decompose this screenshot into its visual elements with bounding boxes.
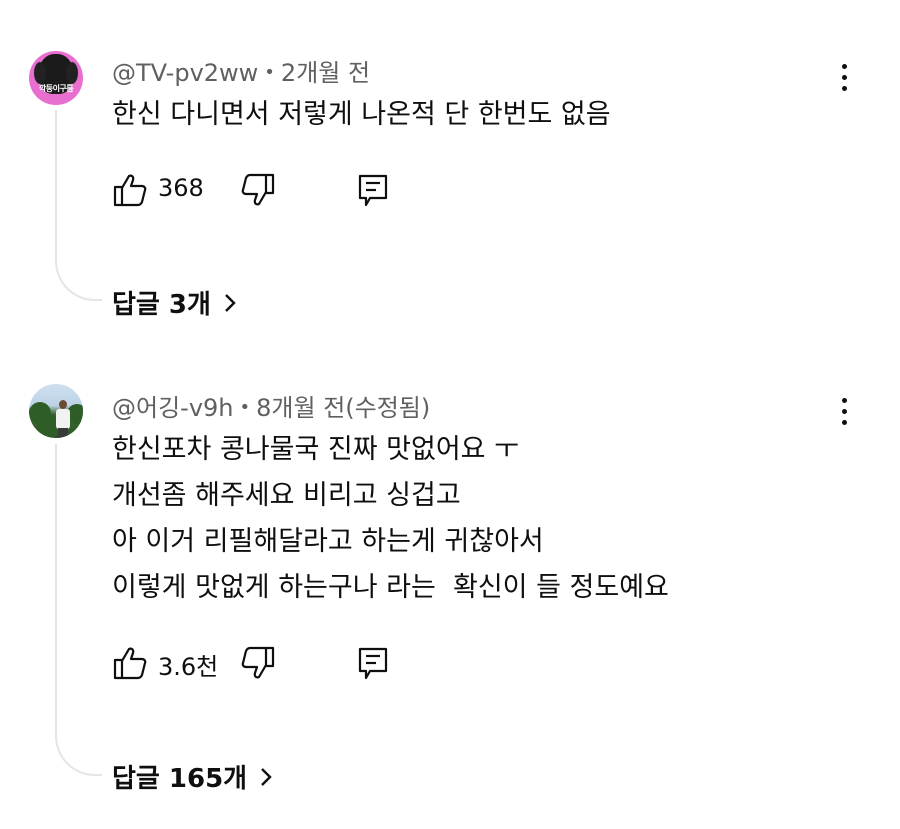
- view-replies-button[interactable]: 답글 3개: [112, 284, 237, 321]
- comment-text-line: 한신포차 콩나물국 진짜 맛없어요 ㅜ: [112, 434, 519, 465]
- author-avatar[interactable]: 깍둥이구름: [29, 51, 83, 105]
- person-image: [56, 400, 70, 438]
- reply-icon: [358, 174, 388, 207]
- author-name[interactable]: @어깅-v9h: [112, 394, 234, 422]
- comment-actions: 3.6천: [112, 645, 412, 681]
- reply-icon: [358, 647, 388, 680]
- reply-button[interactable]: [356, 645, 392, 681]
- thread-line: [55, 110, 102, 301]
- separator-dot: •: [264, 62, 275, 83]
- comment-text-line: 이렇게 맛없게 하는구나 라는 확신이 들 정도예요: [112, 572, 669, 603]
- comment-meta: @TV-pv2ww • 2개월 전: [112, 53, 370, 88]
- chevron-right-icon: [261, 768, 272, 786]
- avatar-logo-text: 깍둥이구름: [38, 84, 74, 93]
- more-vertical-icon[interactable]: [834, 394, 856, 430]
- thread-line: [55, 444, 102, 776]
- thumbs-up-icon: [113, 647, 147, 680]
- view-replies-button[interactable]: 답글 165개: [112, 758, 273, 795]
- comment-actions: 368: [112, 172, 412, 208]
- like-count: 368: [158, 174, 204, 202]
- chevron-right-icon: [225, 294, 236, 312]
- like-count: 3.6천: [158, 653, 219, 681]
- thumbs-down-icon: [241, 646, 275, 679]
- comment-meta: @어깅-v9h • 8개월 전(수정됨): [112, 388, 430, 423]
- reply-button[interactable]: [356, 172, 392, 208]
- author-avatar[interactable]: [29, 384, 83, 438]
- dislike-button[interactable]: [240, 645, 278, 681]
- thumbs-up-icon: [113, 174, 147, 207]
- comment-time[interactable]: 2개월 전: [281, 59, 370, 87]
- like-button[interactable]: [112, 172, 150, 208]
- comment-text-line: 아 이거 리필해달라고 하는게 귀찮아서: [112, 526, 544, 557]
- separator-dot: •: [239, 397, 251, 418]
- author-name[interactable]: @TV-pv2ww: [112, 59, 258, 87]
- thumbs-down-icon: [241, 173, 275, 206]
- dislike-button[interactable]: [240, 172, 278, 208]
- comment-time[interactable]: 8개월 전(수정됨): [256, 394, 430, 422]
- replies-label: 답글 165개: [112, 764, 248, 794]
- comment-text-line: 개선좀 해주세요 비리고 싱겁고: [112, 480, 461, 511]
- like-button[interactable]: [112, 645, 150, 681]
- comment-text: 한신 다니면서 저렇게 나온적 단 한번도 없음: [112, 99, 611, 130]
- replies-label: 답글 3개: [112, 290, 211, 320]
- more-vertical-icon[interactable]: [834, 60, 856, 96]
